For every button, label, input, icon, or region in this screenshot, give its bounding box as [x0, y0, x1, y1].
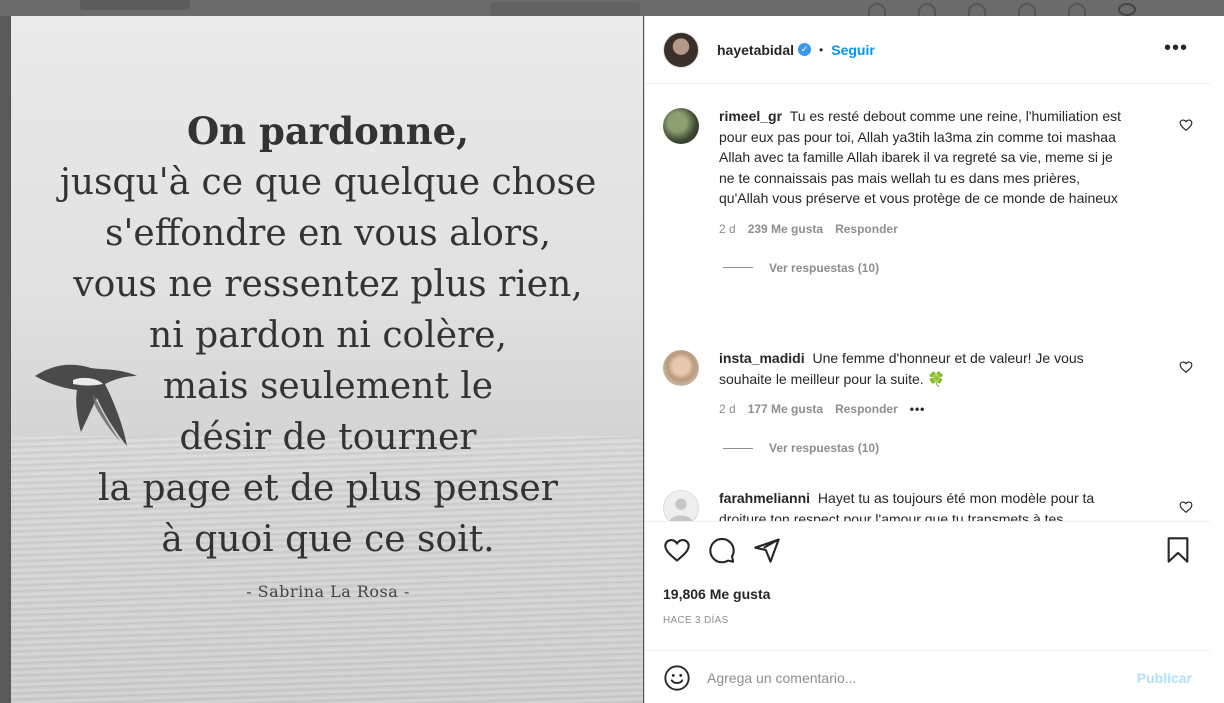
reply-button[interactable]: Responder [835, 222, 898, 236]
comment-text-block: rimeel_gr Tu es resté debout comme une r… [719, 106, 1129, 209]
comment-meta: 2 d 177 Me gusta Responder ••• [719, 402, 1210, 416]
view-replies-label: Ver respuestas (10) [769, 441, 880, 455]
follow-button[interactable]: Seguir [831, 42, 875, 58]
like-comment-icon[interactable] [1179, 360, 1193, 374]
commenter-avatar[interactable] [663, 490, 699, 521]
profile-icon [1118, 3, 1136, 16]
quote-line: ni pardon ni colère, [149, 315, 507, 356]
commenter-username[interactable]: insta_madidi [719, 350, 805, 366]
more-options-button[interactable]: ••• [1164, 38, 1188, 58]
comment-options-button[interactable]: ••• [910, 402, 926, 416]
comments-list[interactable]: rimeel_gr Tu es resté debout comme une r… [645, 84, 1210, 521]
new-post-icon [968, 3, 986, 16]
quote-line: On pardonne, [186, 109, 470, 153]
like-comment-icon[interactable] [1179, 118, 1193, 132]
post-actions: 19,806 Me gusta HACE 3 DÍAS Publicar [645, 521, 1210, 703]
quote-line: mais seulement le [162, 366, 494, 407]
comment-item: rimeel_gr Tu es resté debout comme une r… [663, 106, 1210, 275]
comment-meta: 2 d 239 Me gusta Responder [719, 222, 1210, 236]
save-bookmark-icon[interactable] [1164, 536, 1192, 564]
default-avatar-icon [669, 498, 693, 521]
quote-line: jusqu'à ce que quelque chose [59, 162, 597, 203]
quote-line: vous ne ressentez plus rien, [73, 264, 583, 305]
post-side-panel: hayetabidal ✓ • Seguir ••• rimeel_gr Tu … [644, 16, 1210, 703]
comment-age: 2 d [719, 402, 736, 416]
quote-signature: - Sabrina La Rosa - [246, 582, 410, 601]
quote-line: à quoi que ce soit. [161, 519, 495, 560]
comment-text-block: farahmelianni Hayet tu as toujours été m… [719, 488, 1129, 521]
comment-likes[interactable]: 239 Me gusta [748, 222, 823, 236]
explore-icon [1018, 3, 1036, 16]
header-separator: • [819, 42, 824, 57]
comment-item: farahmelianni Hayet tu as toujours été m… [663, 488, 1210, 521]
comment-age: 2 d [719, 221, 736, 236]
commenter-username[interactable]: farahmelianni [719, 490, 810, 506]
commenter-username[interactable]: rimeel_gr [719, 108, 782, 124]
author-avatar[interactable] [663, 31, 699, 68]
comment-input[interactable] [707, 669, 1107, 686]
post-header: hayetabidal ✓ • Seguir ••• [645, 16, 1210, 84]
view-replies-label: Ver respuestas (10) [769, 260, 880, 275]
replies-divider [723, 447, 753, 449]
quote-line: désir de tourner [179, 417, 477, 458]
activity-icon [1068, 3, 1086, 16]
comment-text-block: insta_madidi Une femme d'honneur et de v… [719, 348, 1129, 389]
instagram-logo [80, 0, 190, 10]
direct-icon [918, 3, 936, 16]
post-image[interactable]: On pardonne, jusqu'à ce que quelque chos… [10, 16, 644, 703]
search-box [490, 2, 640, 16]
comment-item: insta_madidi Une femme d'honneur et de v… [663, 348, 1210, 455]
share-icon[interactable] [753, 536, 781, 564]
home-icon [868, 3, 886, 16]
post-modal: On pardonne, jusqu'à ce que quelque chos… [10, 16, 1224, 703]
action-icons [663, 536, 1192, 566]
quote-text: On pardonne, jusqu'à ce que quelque chos… [11, 106, 643, 565]
emoji-icon[interactable] [663, 664, 691, 692]
comment-likes[interactable]: 177 Me gusta [748, 402, 823, 416]
quote-line: la page et de plus penser [98, 468, 558, 509]
view-replies-button[interactable]: Ver respuestas (10) [719, 441, 1210, 455]
replies-divider [723, 267, 753, 268]
verified-badge-icon: ✓ [798, 43, 812, 56]
commenter-avatar[interactable] [663, 350, 699, 386]
like-comment-icon[interactable] [1179, 500, 1193, 514]
commenter-avatar[interactable] [663, 108, 699, 144]
like-icon[interactable] [663, 536, 691, 564]
comment-icon[interactable] [708, 536, 736, 564]
reply-button[interactable]: Responder [835, 402, 898, 416]
post-timestamp[interactable]: HACE 3 DÍAS [663, 615, 729, 626]
add-comment-bar: Publicar [645, 650, 1210, 703]
view-replies-button[interactable]: Ver respuestas (10) [719, 261, 1210, 275]
post-likes-count[interactable]: 19,806 Me gusta [663, 586, 770, 602]
publish-button[interactable]: Publicar [1137, 670, 1192, 686]
background-navbar [0, 0, 1224, 16]
author-username[interactable]: hayetabidal [717, 42, 794, 58]
quote-line: s'effondre en vous alors, [105, 213, 551, 254]
